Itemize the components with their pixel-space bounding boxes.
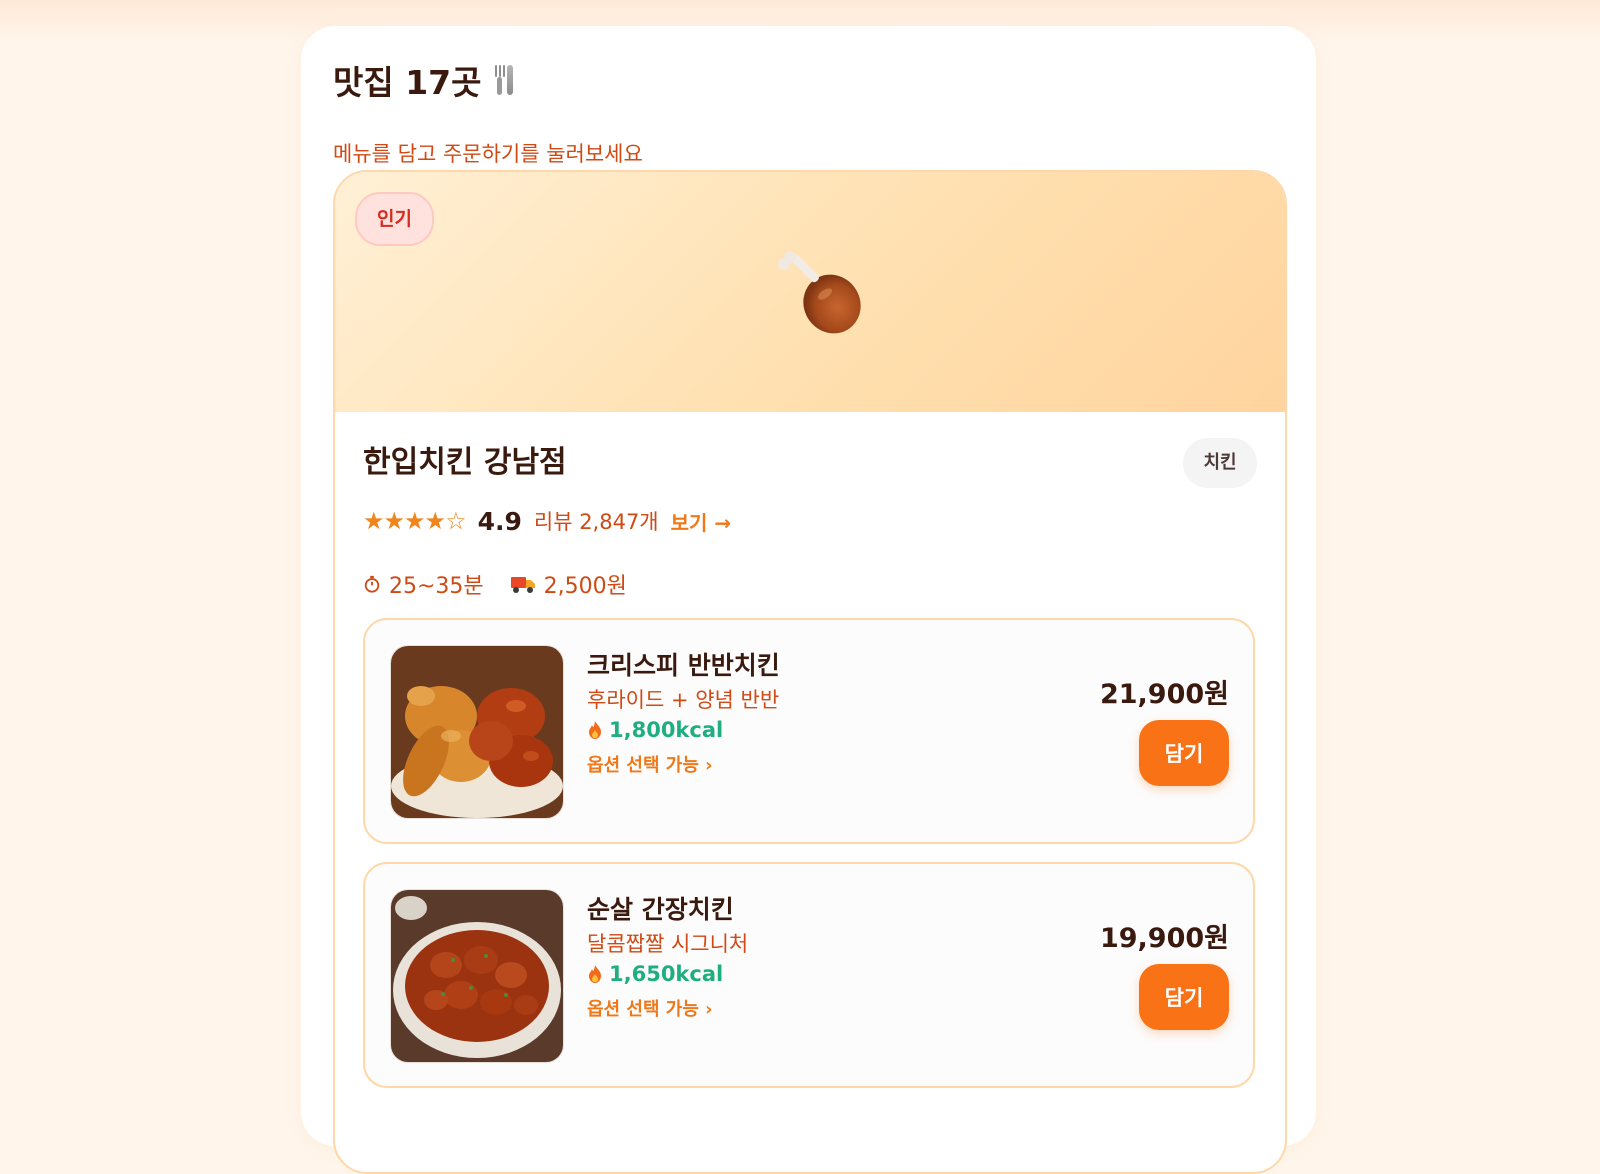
menu-description: 달콤짭짤 시그니처 (587, 932, 749, 956)
store-name: 한입치킨 강남점 (363, 445, 567, 480)
page-title: 맛집 17곳 (333, 56, 516, 104)
delivery-info-row: 25~35분 2,500원 (363, 568, 627, 600)
review-link[interactable]: 보기 → (671, 507, 732, 536)
store-hero: 인기 (335, 172, 1285, 412)
popular-badge: 인기 (355, 192, 434, 246)
rating-value: 4.9 (477, 506, 522, 536)
rating-row: ★★★★☆ 4.9 리뷰 2,847개 보기 → (363, 506, 731, 536)
fire-icon (589, 721, 601, 739)
delivery-fee: 2,500원 (543, 574, 627, 599)
add-to-cart-button[interactable]: 담기 (1139, 964, 1229, 1030)
delivery-truck-icon (510, 577, 535, 593)
drumstick-icon (778, 251, 861, 334)
menu-calories: 1,650kcal (587, 962, 723, 986)
menu-price: 19,900원 (1099, 923, 1229, 954)
menu-name: 크리스피 반반치킨 (587, 651, 780, 680)
menu-name: 순살 간장치킨 (587, 895, 734, 924)
delivery-time: 25~35분 (389, 574, 484, 599)
menu-item[interactable]: 크리스피 반반치킨 후라이드 + 양념 반반 1,800kcal 옵션 선택 가… (363, 618, 1255, 844)
page-title-text: 맛집 17곳 (333, 63, 482, 102)
food-image (390, 889, 564, 1063)
add-to-cart-button[interactable]: 담기 (1139, 720, 1229, 786)
option-select-link[interactable]: 옵션 선택 가능 › (587, 751, 713, 777)
page-subtitle: 메뉴를 담고 주문하기를 눌러보세요 (333, 142, 643, 166)
restaurant-list-panel: 맛집 17곳 메뉴를 담고 주문하기를 눌러보세요 인기 한입치킨 강남점 치킨… (301, 26, 1316, 1174)
store-card[interactable]: 인기 한입치킨 강남점 치킨 ★★★★☆ 4.9 리뷰 2,847개 보기 → … (333, 170, 1287, 1174)
category-chip: 치킨 (1183, 438, 1257, 488)
fork-knife-icon (494, 63, 516, 97)
menu-kcal-value: 1,650kcal (609, 962, 724, 986)
fire-icon (589, 965, 601, 983)
stopwatch-icon (364, 575, 380, 593)
rating-stars: ★★★★☆ (363, 507, 467, 535)
food-image (390, 645, 564, 819)
menu-price: 21,900원 (1099, 679, 1229, 710)
menu-calories: 1,800kcal (587, 718, 723, 742)
review-count: 리뷰 2,847개 (533, 510, 659, 534)
menu-description: 후라이드 + 양념 반반 (587, 688, 780, 712)
menu-kcal-value: 1,800kcal (609, 718, 724, 742)
option-select-link[interactable]: 옵션 선택 가능 › (587, 995, 713, 1021)
menu-item[interactable]: 순살 간장치킨 달콤짭짤 시그니처 1,650kcal 옵션 선택 가능 › 1… (363, 862, 1255, 1088)
